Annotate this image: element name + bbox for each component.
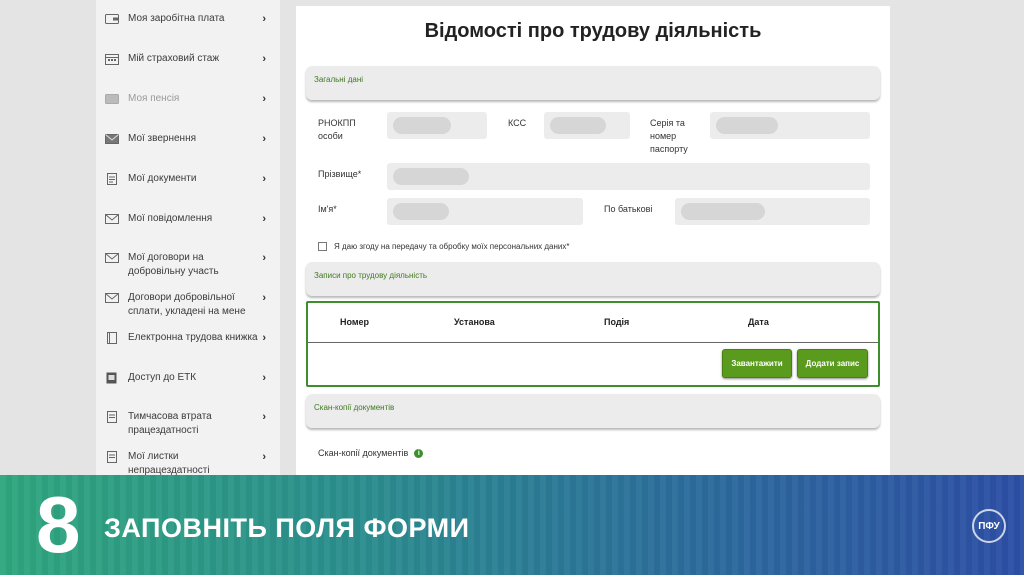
surname-field[interactable] bbox=[387, 163, 870, 190]
redacted-value bbox=[393, 117, 451, 134]
envelope-icon bbox=[105, 133, 119, 145]
sidebar-item-label: Мої договори на добровільну участь bbox=[128, 252, 219, 277]
sidebar-item-label: Моя заробітна плата bbox=[128, 13, 225, 24]
sidebar-item-label: Доступ до ЕТК bbox=[128, 372, 197, 383]
section-records[interactable]: Записи про трудову діяльність bbox=[306, 262, 880, 296]
column-header-date: Дата bbox=[748, 317, 769, 327]
work-activity-form: Відомості про трудову діяльність Загальн… bbox=[296, 6, 890, 476]
chevron-right-icon: › bbox=[262, 13, 266, 25]
patronymic-field[interactable] bbox=[675, 198, 870, 225]
book-icon bbox=[105, 332, 119, 344]
table-header-divider bbox=[308, 342, 878, 343]
sidebar-item-label: Мої документи bbox=[128, 173, 197, 184]
step-banner: 8 ЗАПОВНІТЬ ПОЛЯ ФОРМИ ПФУ bbox=[0, 475, 1024, 575]
passport-field[interactable] bbox=[710, 112, 870, 139]
redacted-value bbox=[681, 203, 765, 220]
scans-row: Скан-копії документів i bbox=[318, 448, 424, 458]
section-title: Загальні дані bbox=[314, 75, 364, 84]
envelope-icon bbox=[105, 213, 119, 225]
wallet-icon bbox=[105, 13, 119, 25]
step-instruction: ЗАПОВНІТЬ ПОЛЯ ФОРМИ bbox=[104, 513, 470, 543]
redacted-value bbox=[393, 203, 449, 220]
document-icon bbox=[105, 451, 119, 463]
logo-text: ПФУ bbox=[978, 520, 1000, 532]
column-header-institution: Установа bbox=[454, 317, 495, 327]
add-record-button[interactable]: Додати запис bbox=[797, 349, 868, 378]
pfu-logo: ПФУ bbox=[972, 509, 1006, 543]
sidebar-item-label: Моя пенсія bbox=[128, 93, 180, 104]
sidebar-item-pension[interactable]: Моя пенсія › bbox=[96, 92, 280, 106]
sidebar-item-salary[interactable]: Моя заробітна плата › bbox=[96, 12, 280, 26]
envelope-icon bbox=[105, 252, 119, 264]
section-title: Скан-копії документів bbox=[314, 403, 395, 412]
rnokpp-field[interactable] bbox=[387, 112, 487, 139]
chevron-right-icon: › bbox=[262, 93, 266, 105]
chevron-right-icon: › bbox=[262, 173, 266, 185]
sidebar-item-label: Договори добровільної сплати, укладені н… bbox=[128, 292, 246, 317]
chevron-right-icon: › bbox=[262, 252, 266, 264]
chevron-right-icon: › bbox=[262, 133, 266, 145]
chevron-right-icon: › bbox=[262, 332, 266, 344]
sidebar-item-label: Мій страховий стаж bbox=[128, 53, 220, 64]
sidebar-item-label: Електронна трудова книжка bbox=[128, 332, 258, 343]
consent-label: Я даю згоду на передачу та обробку моїх … bbox=[334, 242, 570, 251]
chevron-right-icon: › bbox=[262, 411, 266, 423]
sidebar-item-voluntary-contracts[interactable]: Мої договори на добровільну участь › bbox=[96, 251, 280, 279]
sidebar-item-label: Тимчасова втрата працездатності bbox=[128, 411, 212, 436]
section-general[interactable]: Загальні дані bbox=[306, 66, 880, 100]
section-title: Записи про трудову діяльність bbox=[314, 271, 428, 280]
envelope-icon bbox=[105, 292, 119, 304]
column-header-number: Номер bbox=[340, 317, 370, 327]
book-access-icon bbox=[105, 372, 119, 384]
name-field[interactable] bbox=[387, 198, 583, 225]
records-table: Номер Установа Подія Дата Завантажити До… bbox=[306, 301, 880, 387]
redacted-value bbox=[550, 117, 606, 134]
wallet-icon bbox=[105, 93, 119, 105]
name-label: Ім'я* bbox=[318, 204, 337, 214]
document-icon bbox=[105, 411, 119, 423]
surname-label: Прізвище* bbox=[318, 169, 362, 179]
chevron-right-icon: › bbox=[262, 213, 266, 225]
sidebar-item-electronic-workbook[interactable]: Електронна трудова книжка › bbox=[96, 331, 280, 345]
chevron-right-icon: › bbox=[262, 53, 266, 65]
page-title: Відомості про трудову діяльність bbox=[424, 20, 762, 42]
sidebar-item-voluntary-payment-contracts[interactable]: Договори добровільної сплати, укладені н… bbox=[96, 291, 280, 319]
sidebar-item-appeals[interactable]: Мої звернення › bbox=[96, 132, 280, 146]
sidebar-item-sick-leaves[interactable]: Мої листки непрацездатності › bbox=[96, 450, 280, 475]
sidebar-item-documents[interactable]: Мої документи › bbox=[96, 172, 280, 186]
sidebar-item-notifications[interactable]: Мої повідомлення › bbox=[96, 212, 280, 226]
column-header-event: Подія bbox=[604, 317, 630, 327]
calendar-icon bbox=[105, 53, 119, 65]
passport-label: Серія та номер паспорту bbox=[650, 118, 688, 154]
chevron-right-icon: › bbox=[262, 451, 266, 463]
sidebar-item-label: Мої звернення bbox=[128, 133, 197, 144]
patronymic-label: По батькові bbox=[604, 204, 653, 214]
sidebar-menu: Моя заробітна плата › Мій страховий стаж… bbox=[96, 0, 280, 475]
sidebar-item-label: Мої повідомлення bbox=[128, 213, 213, 224]
document-icon bbox=[105, 173, 119, 185]
redacted-value bbox=[393, 168, 469, 185]
step-number: 8 bbox=[36, 480, 81, 569]
consent-row: Я даю згоду на передачу та обробку моїх … bbox=[318, 242, 570, 251]
consent-checkbox[interactable] bbox=[318, 242, 327, 251]
sidebar-item-temporary-disability[interactable]: Тимчасова втрата працездатності › bbox=[96, 410, 280, 438]
kss-field[interactable] bbox=[544, 112, 630, 139]
redacted-value bbox=[716, 117, 778, 134]
info-icon[interactable]: i bbox=[414, 448, 424, 458]
kss-label: КСС bbox=[508, 118, 527, 128]
rnokpp-label: РНОКПП особи bbox=[318, 118, 356, 141]
chevron-right-icon: › bbox=[262, 372, 266, 384]
scans-label: Скан-копії документів bbox=[318, 448, 409, 458]
sidebar-item-etk-access[interactable]: Доступ до ЕТК › bbox=[96, 371, 280, 385]
section-scans[interactable]: Скан-копії документів bbox=[306, 394, 880, 428]
upload-button[interactable]: Завантажити bbox=[722, 349, 792, 378]
sidebar-item-insurance-record[interactable]: Мій страховий стаж › bbox=[96, 52, 280, 66]
sidebar-item-label: Мої листки непрацездатності bbox=[128, 451, 210, 475]
chevron-right-icon: › bbox=[262, 292, 266, 304]
